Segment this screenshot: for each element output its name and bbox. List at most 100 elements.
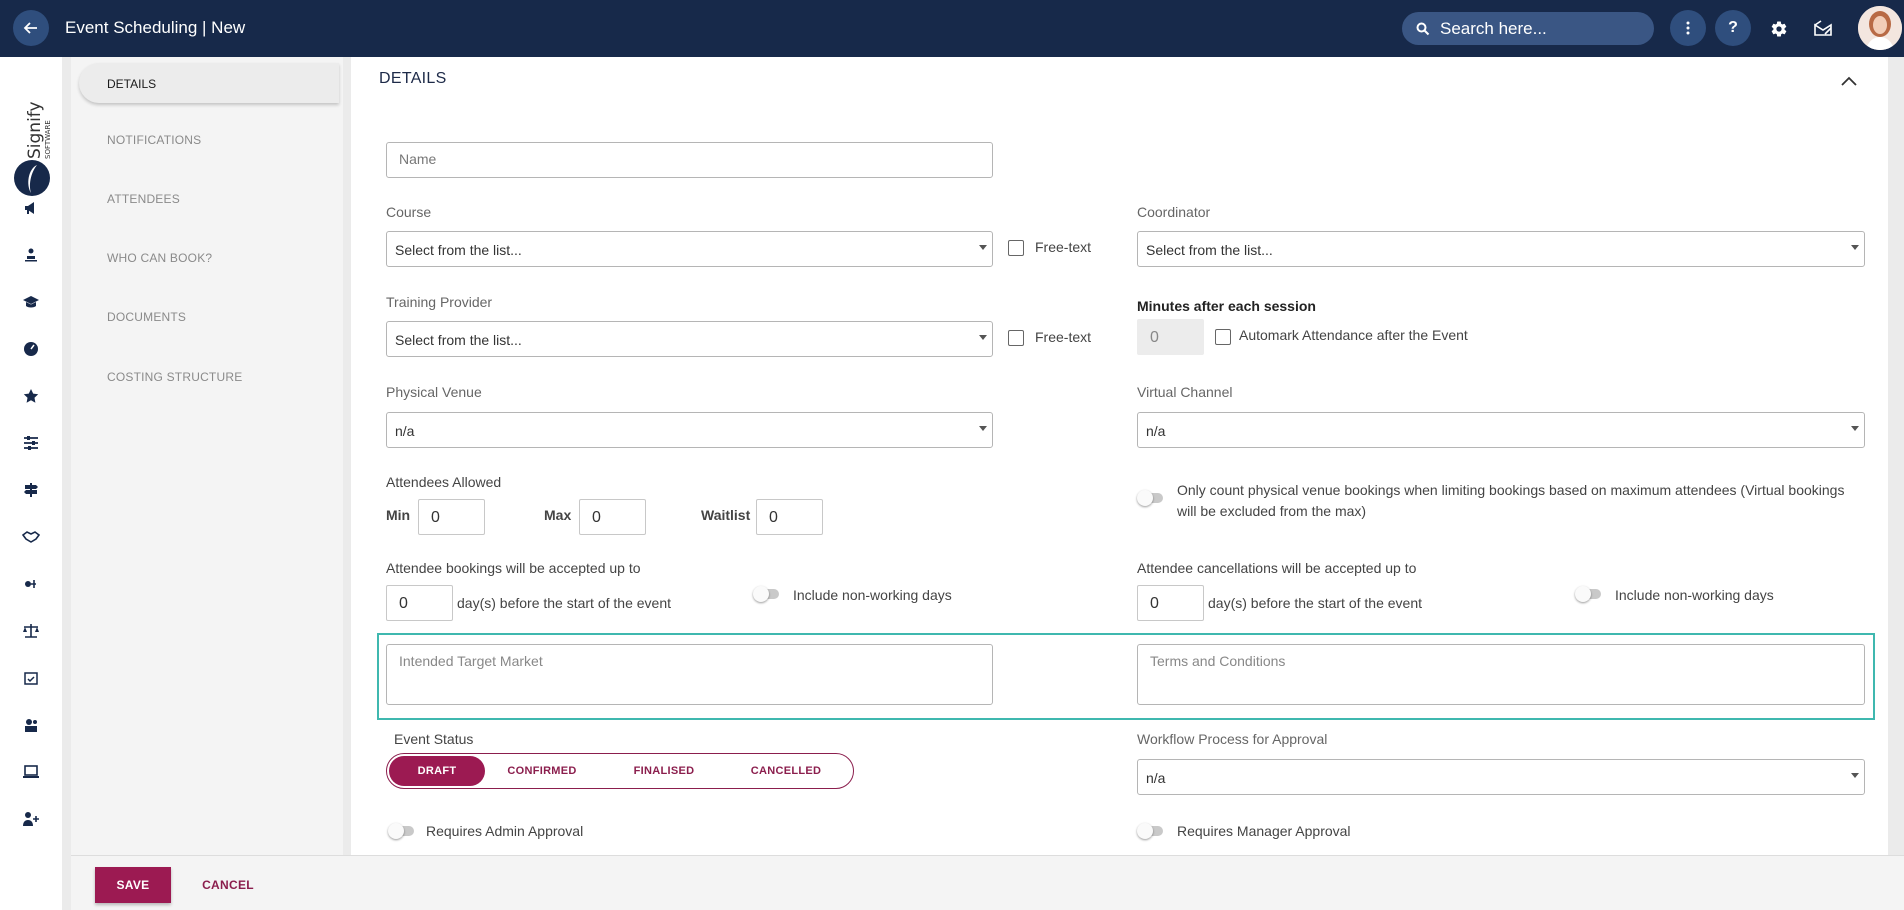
course-select[interactable]: Select from the list... — [386, 231, 993, 267]
caret-down-icon — [979, 335, 987, 340]
add-user-nav[interactable] — [19, 807, 43, 831]
minutes-input[interactable]: 0 — [1137, 319, 1204, 355]
coordinator-select[interactable]: Select from the list... — [1137, 231, 1865, 267]
app-sidebar: Signify SOFTWARE — [0, 57, 62, 910]
minutes-label: Minutes after each session — [1137, 298, 1316, 314]
coordinator-label: Coordinator — [1137, 204, 1211, 220]
settings-button[interactable] — [1765, 15, 1793, 43]
hierarchy-nav[interactable] — [19, 572, 43, 596]
max-input[interactable]: 0 — [579, 499, 646, 535]
virtual-channel-value: n/a — [1146, 423, 1166, 439]
signpost-nav[interactable] — [19, 478, 43, 502]
cancellations-label: Attendee cancellations will be accepted … — [1137, 560, 1417, 576]
announcements-nav[interactable] — [19, 196, 43, 220]
handshake-icon — [22, 531, 40, 543]
bookings-nonworking-toggle[interactable] — [753, 586, 783, 602]
dashboard-nav[interactable] — [19, 337, 43, 361]
help-button[interactable]: ? — [1715, 10, 1751, 46]
physical-venue-select[interactable]: n/a — [386, 412, 993, 448]
elearning-nav[interactable] — [19, 760, 43, 784]
attendees-allowed-label: Attendees Allowed — [386, 474, 502, 490]
save-button[interactable]: SAVE — [95, 867, 171, 903]
cancellations-nonworking-toggle[interactable] — [1575, 586, 1605, 602]
target-market-placeholder: Intended Target Market — [399, 653, 543, 669]
course-free-text-label: Free-text — [1035, 239, 1092, 255]
add-user-icon — [23, 812, 39, 826]
back-button[interactable] — [13, 10, 49, 46]
status-draft-button[interactable]: DRAFT — [389, 756, 485, 786]
bookings-days-value: 0 — [399, 595, 408, 612]
training-provider-select[interactable]: Select from the list... — [386, 321, 993, 357]
status-confirmed-button[interactable]: CONFIRMED — [487, 754, 597, 788]
handshake-nav[interactable] — [19, 525, 43, 549]
favourites-nav[interactable] — [19, 384, 43, 408]
coordinator-select-value: Select from the list... — [1146, 242, 1273, 258]
tasks-nav[interactable] — [19, 666, 43, 690]
search-placeholder: Search here... — [1440, 18, 1547, 38]
help-icon: ? — [1728, 19, 1738, 36]
waitlist-input[interactable]: 0 — [756, 499, 823, 535]
section-nav-who-can-book[interactable]: WHO CAN BOOK? — [107, 251, 212, 265]
provider-free-text-checkbox[interactable] — [1008, 330, 1024, 346]
virtual-channel-select[interactable]: n/a — [1137, 412, 1865, 448]
section-nav-notifications[interactable]: NOTIFICATIONS — [107, 133, 201, 147]
status-finalised-button[interactable]: FINALISED — [609, 754, 719, 788]
admin-approval-label: Requires Admin Approval — [426, 823, 584, 839]
target-market-textarea[interactable]: Intended Target Market — [386, 644, 993, 705]
profile-nav[interactable] — [19, 713, 43, 737]
course-free-text-checkbox[interactable] — [1008, 240, 1024, 256]
section-nav-attendees[interactable]: ATTENDEES — [107, 192, 180, 206]
details-panel: DETAILS Name Course Select from the list… — [351, 57, 1888, 855]
section-nav-label: DETAILS — [107, 77, 157, 91]
bookings-nonworking-label: Include non-working days — [793, 587, 952, 603]
section-nav-documents[interactable]: DOCUMENTS — [107, 310, 186, 324]
section-nav-details[interactable]: DETAILS — [79, 63, 339, 103]
courses-nav[interactable] — [19, 290, 43, 314]
person-laptop-icon — [25, 248, 37, 262]
name-input[interactable]: Name — [386, 142, 993, 178]
logo-sub: SOFTWARE — [44, 120, 52, 159]
automark-checkbox[interactable] — [1215, 329, 1231, 345]
terms-textarea[interactable]: Terms and Conditions — [1137, 644, 1865, 705]
messages-button[interactable] — [1809, 15, 1837, 43]
virtual-channel-label: Virtual Channel — [1137, 384, 1233, 400]
compliance-nav[interactable] — [19, 619, 43, 643]
cancellations-days-input[interactable]: 0 — [1137, 585, 1204, 621]
caret-down-icon — [1851, 245, 1859, 250]
collapse-section-button[interactable] — [1837, 70, 1861, 94]
physical-only-toggle[interactable] — [1137, 490, 1167, 506]
provider-free-text-label: Free-text — [1035, 329, 1092, 345]
search-input[interactable]: Search here... — [1402, 12, 1654, 45]
top-bar: Event Scheduling | New Search here... ? — [0, 0, 1904, 57]
calendar-check-icon — [24, 672, 38, 685]
chevron-up-icon — [1841, 76, 1857, 86]
cancellations-days-suffix: day(s) before the start of the event — [1208, 595, 1423, 611]
bookings-days-suffix: day(s) before the start of the event — [457, 595, 672, 611]
workflow-select[interactable]: n/a — [1137, 759, 1865, 795]
more-vertical-icon — [1686, 21, 1690, 35]
manager-approval-toggle[interactable] — [1137, 823, 1167, 839]
physical-venue-label: Physical Venue — [386, 384, 482, 400]
gear-icon — [1771, 21, 1787, 37]
more-menu-button[interactable] — [1670, 10, 1706, 46]
physical-venue-value: n/a — [395, 423, 415, 439]
arrow-left-icon — [23, 22, 37, 34]
mail-icon — [1814, 20, 1832, 36]
cancel-button[interactable]: CANCEL — [193, 867, 263, 903]
bookings-days-input[interactable]: 0 — [386, 585, 453, 621]
avatar[interactable] — [1858, 6, 1902, 50]
section-nav-costing-structure[interactable]: COSTING STRUCTURE — [107, 370, 242, 384]
signpost-icon — [24, 483, 38, 497]
bookings-label: Attendee bookings will be accepted up to — [386, 560, 641, 576]
training-provider-label: Training Provider — [386, 294, 493, 310]
admin-approval-toggle[interactable] — [388, 823, 418, 839]
waitlist-label: Waitlist — [701, 507, 751, 523]
search-icon — [1416, 22, 1430, 35]
waitlist-value: 0 — [769, 509, 778, 526]
status-cancelled-button[interactable]: CANCELLED — [731, 754, 841, 788]
settings-sliders-nav[interactable] — [19, 431, 43, 455]
graduation-cap-icon — [23, 296, 39, 308]
learning-nav[interactable] — [19, 243, 43, 267]
name-placeholder: Name — [399, 151, 437, 167]
min-input[interactable]: 0 — [418, 499, 485, 535]
